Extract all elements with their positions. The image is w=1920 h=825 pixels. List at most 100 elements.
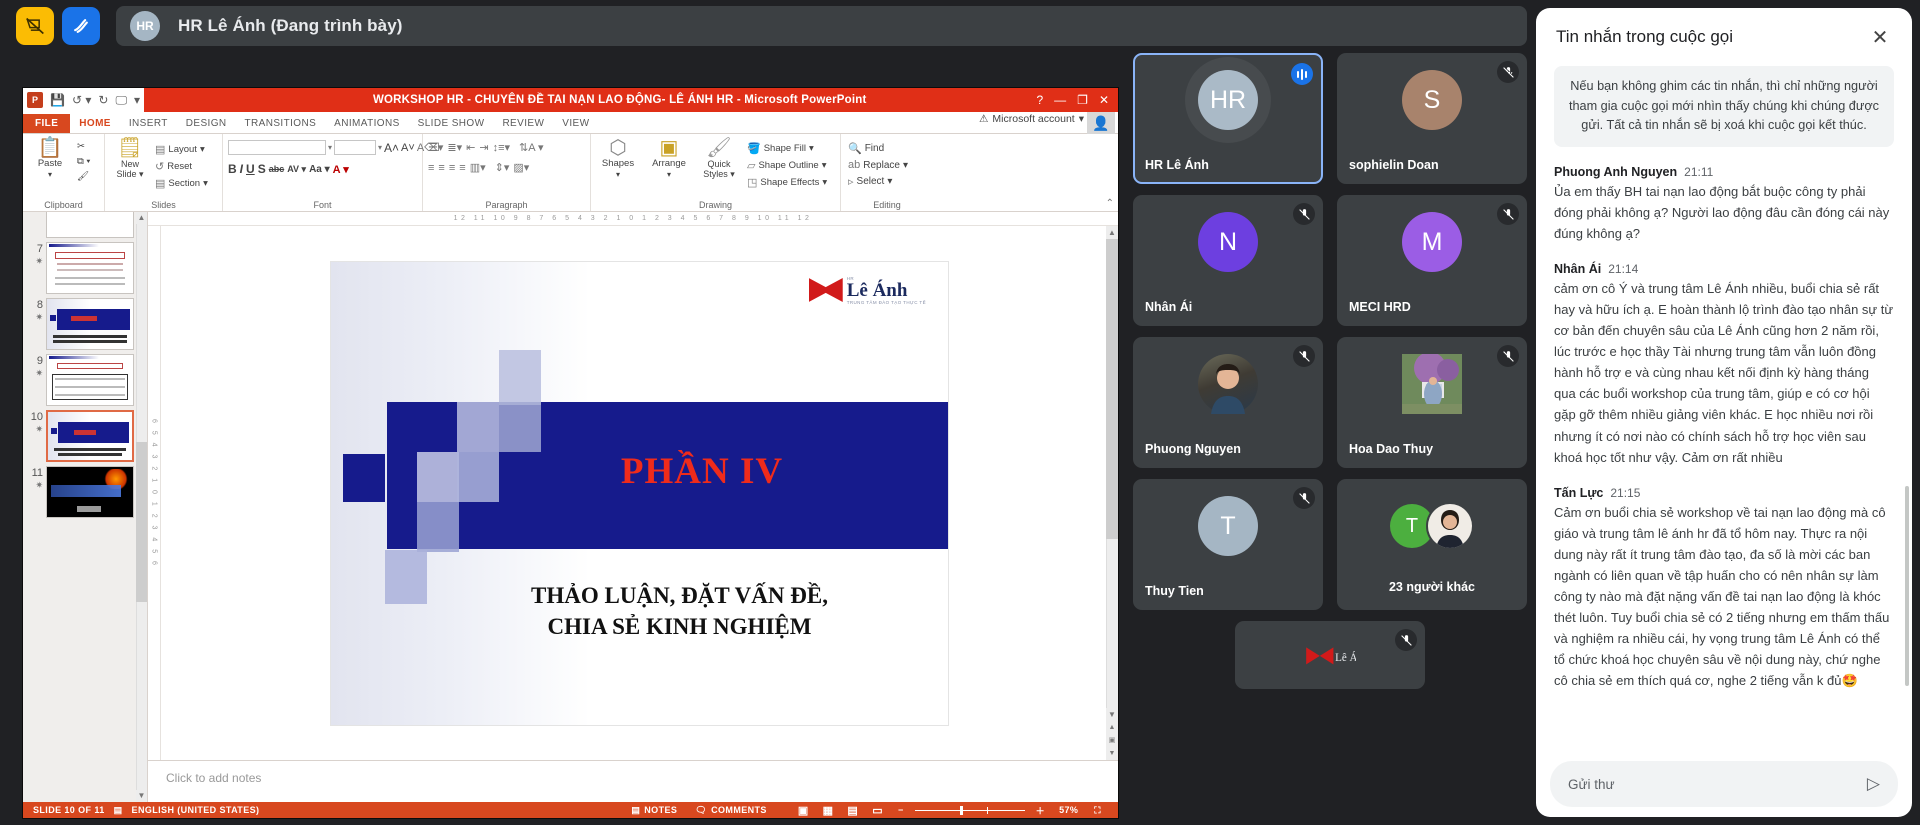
paste-button[interactable]: 📋 Paste ▾	[28, 138, 72, 179]
tab-design[interactable]: DESIGN	[177, 114, 236, 133]
section-button[interactable]: ▤Section ▾	[153, 176, 210, 191]
participant-tile-hoa-dao-thuy[interactable]: Hoa Dao Thuy	[1337, 337, 1527, 468]
zoom-out-button[interactable]: −	[898, 805, 904, 815]
participant-tile-nhan-ai[interactable]: N Nhân Ái	[1133, 195, 1323, 326]
chat-input[interactable]: Gửi thư	[1568, 777, 1867, 792]
align-right-icon[interactable]: ≡	[449, 162, 455, 174]
copy-icon[interactable]: ⧉ ▾	[75, 155, 92, 168]
decrease-font-icon[interactable]: A˅	[401, 142, 415, 154]
tab-slide-show[interactable]: SLIDE SHOW	[409, 114, 494, 133]
tab-insert[interactable]: INSERT	[120, 114, 177, 133]
tab-home[interactable]: HOME	[70, 114, 120, 133]
select-button[interactable]: ▹Select ▾	[846, 174, 910, 189]
participant-tile-hr-le-anh[interactable]: HR HR Lê Ánh	[1133, 53, 1323, 184]
minimize-button[interactable]: —	[1054, 93, 1066, 107]
list-item[interactable]: 9✷	[23, 350, 147, 406]
participant-tile-sophielin-doan[interactable]: S sophielin Doan	[1337, 53, 1527, 184]
list-item[interactable]: 7✷	[23, 238, 147, 294]
font-size-input[interactable]	[334, 140, 376, 155]
redo-icon[interactable]: ↻	[98, 94, 108, 106]
find-button[interactable]: 🔍Find	[846, 141, 910, 156]
notes-pane[interactable]: Click to add notes	[148, 760, 1118, 802]
slideshow-icon[interactable]: ▭	[872, 804, 883, 817]
zoom-slider-handle[interactable]	[960, 806, 963, 815]
current-slide[interactable]: HR Lê Ánh TRUNG TÂM ĐÀO TẠO THỰC TẾ PHẦN…	[331, 262, 948, 725]
scrollbar-thumb[interactable]	[1106, 239, 1118, 539]
previous-slide-icon[interactable]: ▲	[1106, 721, 1118, 734]
reading-view-icon[interactable]: ▤	[847, 804, 858, 817]
stop-presenting-icon[interactable]	[16, 7, 54, 45]
shape-effects-button[interactable]: ◳Shape Effects ▾	[745, 175, 829, 190]
font-name-input[interactable]	[228, 140, 326, 155]
cut-icon[interactable]: ✂	[75, 140, 92, 153]
convert-smartart-icon[interactable]: ▨▾	[513, 161, 529, 174]
chevron-down-icon[interactable]: ▾	[1079, 113, 1084, 125]
list-item[interactable]: 6	[23, 212, 147, 238]
slide-thumbnail-selected[interactable]	[46, 410, 134, 462]
whiteboard-icon[interactable]	[62, 7, 100, 45]
collapse-ribbon-icon[interactable]: ⌃	[1106, 198, 1114, 209]
quick-styles-button[interactable]: 🖌 QuickStyles ▾	[698, 138, 740, 180]
slide-thumbnail[interactable]	[46, 466, 134, 518]
new-slide-button[interactable]: 🗒 NewSlide ▾	[110, 138, 150, 180]
reset-button[interactable]: ↺Reset	[153, 159, 210, 174]
paste-dropdown-icon[interactable]: ▾	[48, 170, 52, 179]
align-text-icon[interactable]: ⇕▾	[495, 161, 510, 174]
line-spacing-icon[interactable]: ↕≡▾	[493, 141, 510, 154]
reset-window-icon[interactable]: ▣	[1106, 734, 1118, 747]
close-button[interactable]: ✕	[1099, 93, 1109, 107]
bullets-icon[interactable]: ☰▾	[428, 141, 443, 154]
send-icon[interactable]: ▷	[1867, 774, 1880, 794]
slide-canvas[interactable]: HR Lê Ánh TRUNG TÂM ĐÀO TẠO THỰC TẾ PHẦN…	[161, 226, 1118, 760]
scroll-up-icon[interactable]: ▲	[136, 212, 147, 224]
numbering-icon[interactable]: ≣▾	[447, 141, 462, 154]
slide-thumbnail[interactable]	[46, 242, 134, 294]
microsoft-account-button[interactable]: ⚠ Microsoft account ▾	[979, 113, 1084, 125]
arrange-button[interactable]: ▣ Arrange▾	[645, 138, 693, 179]
shape-fill-button[interactable]: 🪣Shape Fill ▾	[745, 141, 829, 156]
language-icon[interactable]: ▤	[105, 805, 132, 816]
underline-button[interactable]: U	[246, 162, 255, 176]
tab-animations[interactable]: ANIMATIONS	[325, 114, 408, 133]
thumbnail-scrollbar[interactable]: ▲ ▼	[136, 212, 147, 802]
tab-file[interactable]: FILE	[23, 114, 70, 133]
format-painter-icon[interactable]: 🖌	[75, 170, 92, 183]
fit-to-window-icon[interactable]: ⛶	[1082, 805, 1105, 816]
undo-icon[interactable]: ↺ ▾	[72, 94, 91, 106]
align-left-icon[interactable]: ≡	[428, 162, 434, 174]
slide-thumbnail-pane[interactable]: 6 7✷ 8✷	[23, 212, 148, 802]
chat-input-bar[interactable]: Gửi thư ▷	[1550, 761, 1898, 807]
comments-button[interactable]: 🗨COMMENTS	[686, 805, 776, 816]
scroll-up-icon[interactable]: ▲	[1106, 226, 1118, 239]
columns-icon[interactable]: ▥▾	[470, 161, 486, 174]
tab-view[interactable]: VIEW	[553, 114, 598, 133]
character-spacing-icon[interactable]: AV ▾	[287, 164, 306, 175]
justify-icon[interactable]: ≡	[459, 162, 465, 174]
zoom-slider[interactable]	[915, 810, 1025, 811]
normal-view-icon[interactable]: ▣	[798, 804, 809, 817]
chat-messages[interactable]: Nếu bạn không ghim các tin nhắn, thì chỉ…	[1536, 66, 1912, 761]
slide-thumbnail[interactable]	[46, 212, 134, 238]
tab-transitions[interactable]: TRANSITIONS	[236, 114, 326, 133]
increase-font-icon[interactable]: A˄	[384, 141, 399, 155]
scroll-down-icon[interactable]: ▼	[1106, 708, 1118, 721]
participant-tile-meci-hrd[interactable]: M MECI HRD	[1337, 195, 1527, 326]
participant-tile-phuong-nguyen[interactable]: Phuong Nguyen	[1133, 337, 1323, 468]
participant-tile-others[interactable]: T 23 người khác	[1337, 479, 1527, 610]
slide-thumbnail[interactable]	[46, 354, 134, 406]
list-item[interactable]: 11✷	[23, 462, 147, 518]
account-avatar[interactable]: 👤	[1087, 112, 1115, 134]
shadow-button[interactable]: S	[258, 162, 266, 176]
decrease-indent-icon[interactable]: ⇤	[466, 141, 475, 154]
slide-thumbnail[interactable]	[46, 298, 134, 350]
slide-vertical-scrollbar[interactable]: ▲ ▼ ▲ ▣ ▼	[1106, 226, 1118, 760]
shapes-button[interactable]: ⬡ Shapes▾	[596, 138, 640, 179]
font-color-icon[interactable]: A ▾	[333, 163, 349, 176]
list-item[interactable]: 8✷	[23, 294, 147, 350]
participant-tile-partial[interactable]: Lê Ánh	[1235, 621, 1425, 689]
replace-button[interactable]: abReplace ▾	[846, 158, 910, 172]
strikethrough-button[interactable]: abc	[269, 164, 285, 174]
notes-button[interactable]: ▤NOTES	[622, 805, 686, 816]
quick-access-toolbar[interactable]: P 💾 ↺ ▾ ↻ 🖵 ▾	[23, 88, 144, 112]
scroll-down-icon[interactable]: ▼	[136, 790, 147, 802]
